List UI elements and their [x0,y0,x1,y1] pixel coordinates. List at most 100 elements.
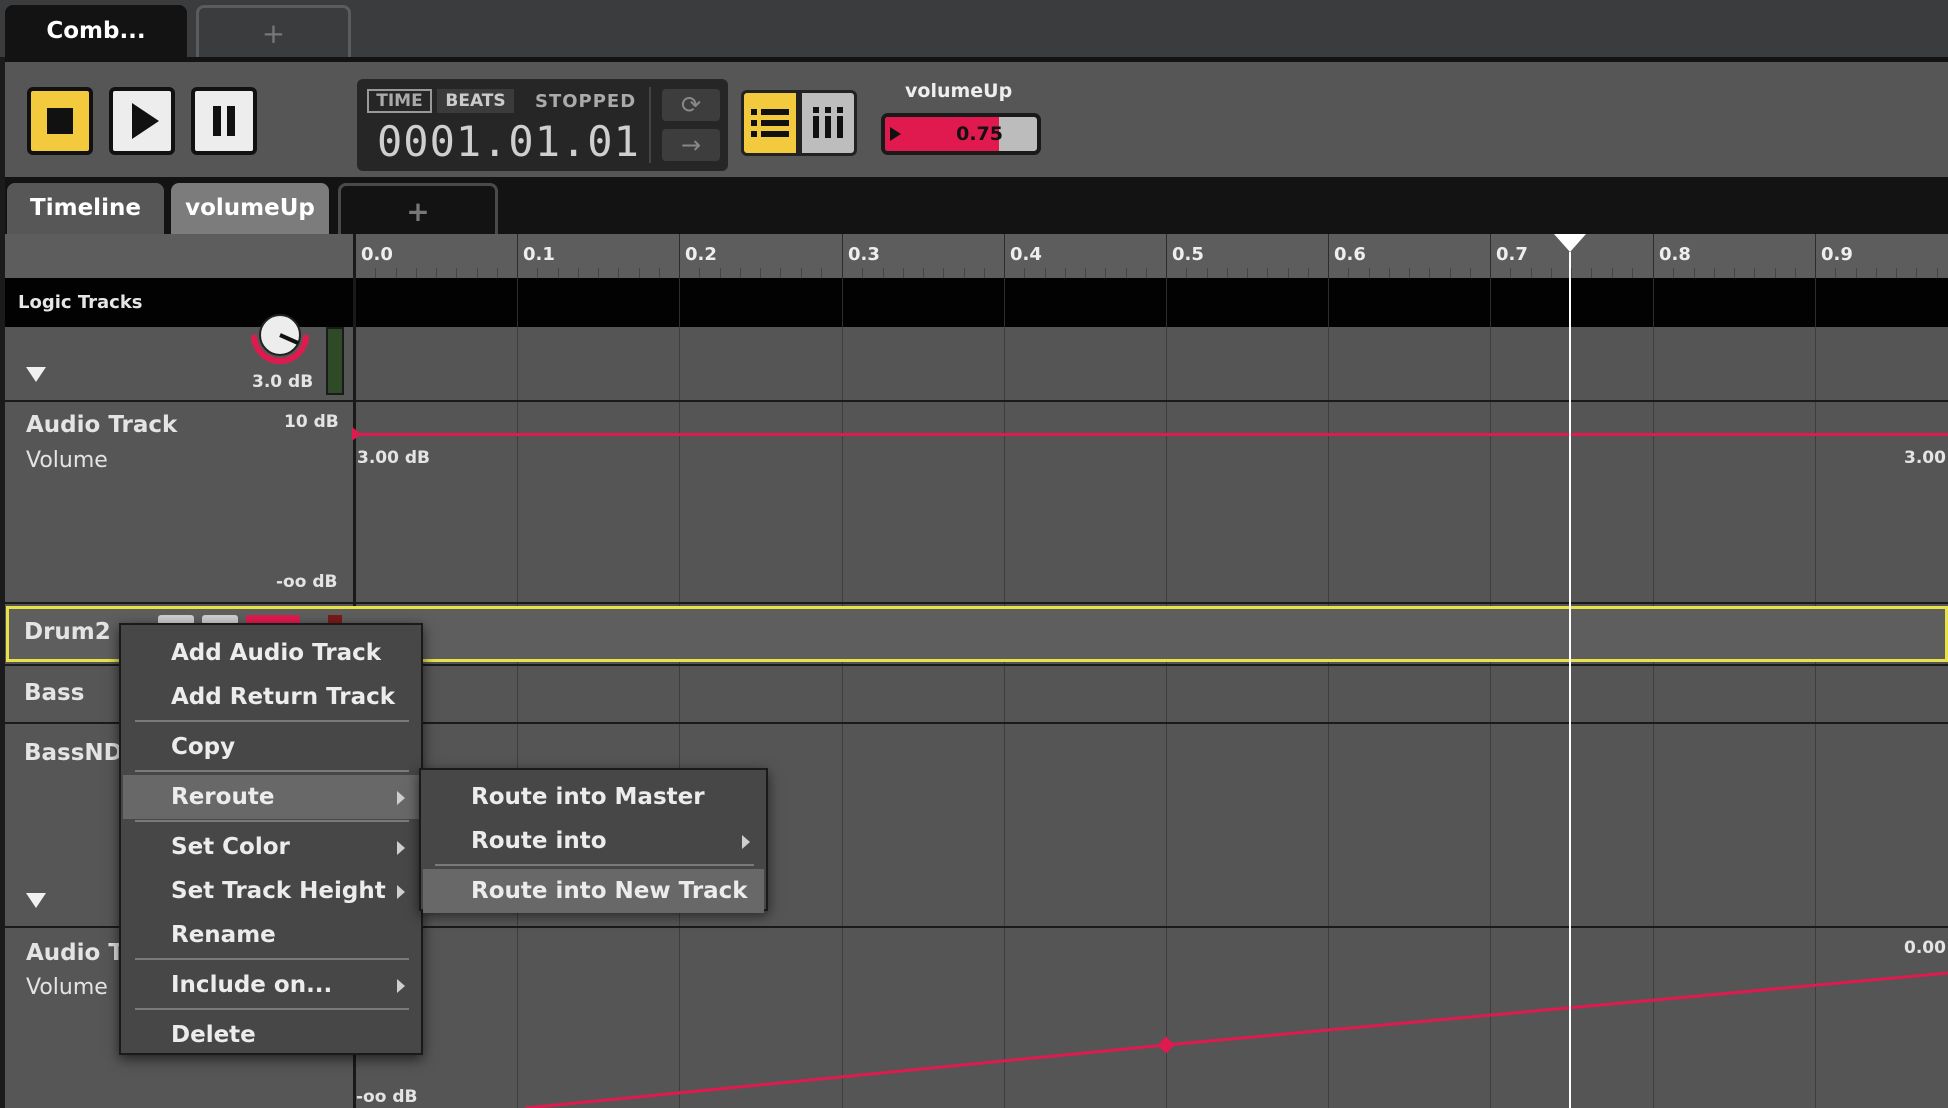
ruler-minor-tick [1348,268,1349,278]
mixer-view-button[interactable] [799,90,857,156]
loop-toggle-button[interactable]: ⟳ [662,89,720,121]
menu-item-add-audio-track[interactable]: Add Audio Track [123,631,419,675]
level-meter [326,327,344,395]
playhead-handle[interactable] [1554,234,1586,252]
ruler-minor-tick [1288,268,1289,278]
ruler-major-tick [842,234,843,278]
stop-button[interactable] [27,87,93,155]
pause-button[interactable] [191,87,257,155]
automation-param-name-2: Volume [26,975,108,1000]
ruler-minor-tick [943,268,944,278]
ruler-minor-tick [1612,268,1613,278]
top-tab-comb[interactable]: Comb... [5,5,187,57]
play-button[interactable] [109,87,175,155]
volume-knob[interactable] [246,313,316,365]
ruler-minor-tick [760,268,761,278]
menu-separator [135,958,409,960]
ruler-minor-tick [1551,268,1552,278]
automation-curve[interactable] [355,960,1948,1108]
ruler-tick-label: 0.9 [1821,244,1853,265]
ruler-minor-tick [477,268,478,278]
automation-max-label: 10 dB [284,412,339,432]
follow-toggle-button[interactable]: → [662,129,720,161]
menu-item-add-return-track[interactable]: Add Return Track [123,675,419,719]
time-ruler[interactable]: 0.0 0.1 0.2 0.3 0.4 0.5 0.6 0.7 0.8 0.9 [355,234,1948,278]
menu-item-include-on[interactable]: Include on... [123,963,419,1007]
submenu-arrow-icon [742,835,750,849]
tab-volumeup[interactable]: volumeUp [171,183,329,234]
ruler-tick-label: 0.3 [848,244,880,265]
submenu-item-route-into-new-track[interactable]: Route into New Track [423,869,764,913]
automation-right-value-2: 0.00 [1904,938,1946,958]
ruler-minor-tick [1065,268,1066,278]
submenu-arrow-icon [397,979,405,993]
submenu-item-route-into-master[interactable]: Route into Master [423,775,764,819]
ruler-minor-tick [598,268,599,278]
stop-icon [47,108,73,134]
track-name-audio-2: Audio Tr [26,940,133,966]
play-icon [132,103,159,139]
list-view-button[interactable] [741,90,799,156]
ruler-minor-tick [1795,268,1796,278]
collapse-triangle-icon[interactable] [26,893,46,908]
transport-bar: TIME BEATS STOPPED 0001.01.01 ⟳ → volume… [5,57,1948,177]
ruler-minor-tick [1126,268,1127,278]
menu-item-rename[interactable]: Rename [123,913,419,957]
reroute-submenu: Route into Master Route into Route into … [419,768,768,913]
automation-right-value: 3.00 [1904,448,1946,468]
ruler-minor-tick [1045,268,1046,278]
menu-item-copy[interactable]: Copy [123,725,419,769]
ruler-minor-tick [639,268,640,278]
collapse-triangle-icon[interactable] [26,367,46,382]
ruler-minor-tick [821,268,822,278]
ruler-minor-tick [1734,268,1735,278]
ruler-major-tick [679,234,680,278]
ruler-major-tick [1328,234,1329,278]
grid-line [1004,278,1005,327]
ruler-minor-tick [1186,268,1187,278]
automation-line[interactable] [357,433,1948,436]
add-editor-tab-button[interactable]: + [338,183,498,234]
ruler-minor-tick [1510,268,1511,278]
ruler-tick-label: 0.8 [1659,244,1691,265]
ruler-minor-tick [1024,268,1025,278]
ruler-tick-label: 0.2 [685,244,717,265]
menu-item-set-color[interactable]: Set Color [123,825,419,869]
menu-separator [135,720,409,722]
ruler-minor-tick [436,268,437,278]
ruler-minor-tick [1470,268,1471,278]
beats-mode-toggle[interactable]: BEATS [437,89,514,113]
submenu-item-label: Route into [471,828,607,854]
menu-separator [135,1008,409,1010]
ruler-spacer [5,234,355,278]
tab-timeline[interactable]: Timeline [7,183,164,234]
track-name-audio: Audio Track [26,412,178,438]
ruler-minor-tick [558,268,559,278]
logic-tracks-label: Logic Tracks [18,292,143,313]
ruler-major-tick [1815,234,1816,278]
menu-item-delete[interactable]: Delete [123,1013,419,1057]
parameter-slider[interactable]: 0.75 [881,113,1041,155]
ruler-major-tick [1490,234,1491,278]
grid-line [1653,278,1654,327]
playhead-line [1569,252,1571,1108]
menu-item-reroute[interactable]: Reroute [123,775,419,819]
track-separator [5,400,1948,402]
ruler-minor-tick [1694,268,1695,278]
ruler-minor-tick [1450,268,1451,278]
menu-item-label: Include on... [171,972,333,998]
ruler-minor-tick [1531,268,1532,278]
submenu-item-route-into[interactable]: Route into [423,819,764,863]
ruler-minor-tick [1146,268,1147,278]
add-top-tab-button[interactable]: + [196,5,351,57]
automation-left-value: 3.00 dB [357,448,430,468]
menu-item-set-track-height[interactable]: Set Track Height [123,869,419,913]
ruler-minor-tick [1227,268,1228,278]
ruler-major-tick [1653,234,1654,278]
ruler-minor-tick [1754,268,1755,278]
ruler-minor-tick [537,268,538,278]
list-icon [751,109,789,137]
time-mode-toggle[interactable]: TIME [367,89,432,113]
ruler-minor-tick [720,268,721,278]
context-menu: Add Audio Track Add Return Track Copy Re… [119,623,423,1055]
